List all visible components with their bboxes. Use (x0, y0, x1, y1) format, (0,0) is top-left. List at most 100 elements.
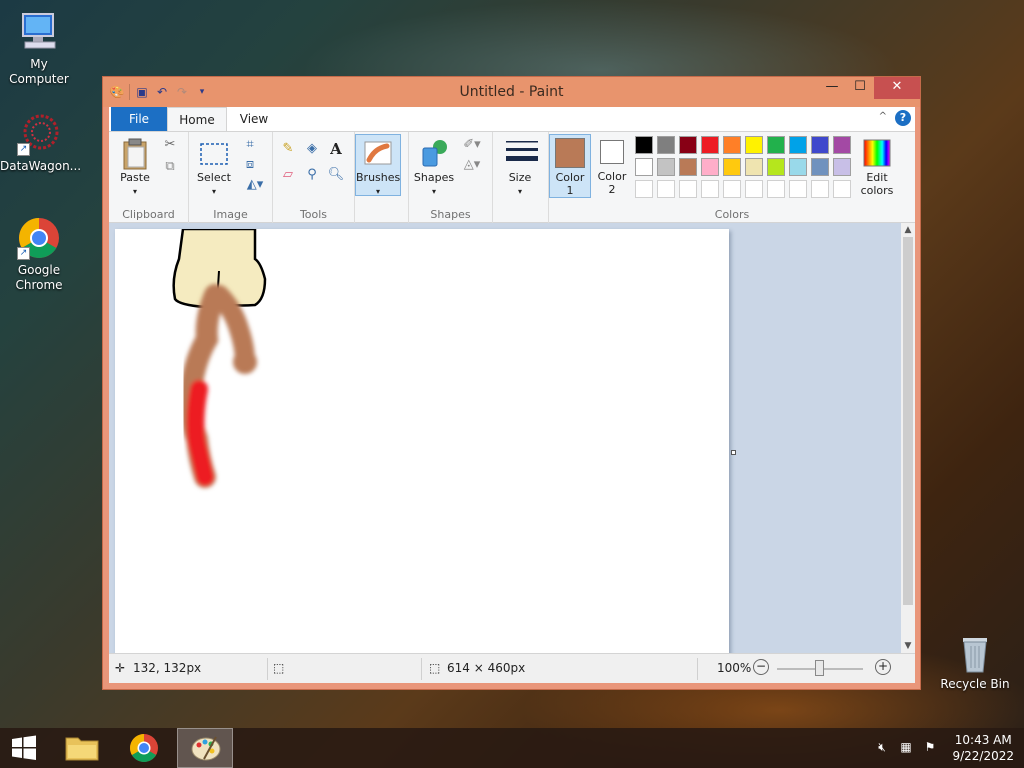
title-bar[interactable]: 🎨 ▣ ↶ ↷ ▾ Untitled - Paint — ☐ ✕ (103, 77, 920, 107)
shapes-button[interactable]: Shapes ▾ (413, 138, 455, 198)
start-button[interactable] (0, 728, 56, 768)
scrollbar-thumb[interactable] (903, 237, 913, 605)
palette-swatch[interactable] (679, 158, 697, 176)
color1-number: 1 (566, 184, 574, 197)
fill-icon[interactable]: ◬▾ (459, 156, 485, 174)
network-icon[interactable]: ▦ (898, 740, 914, 756)
brushes-button[interactable]: Brushes ▾ (355, 134, 401, 196)
zoom-slider-thumb[interactable] (815, 660, 824, 676)
palette-swatch[interactable] (679, 180, 697, 198)
palette-swatch[interactable] (811, 158, 829, 176)
clipboard-icon (120, 138, 150, 170)
desktop-icon-datawagon[interactable]: ↗ DataWagon... (0, 112, 81, 174)
magnifier-icon[interactable]: 🔍︎ (327, 166, 345, 184)
paste-button[interactable]: Paste ▾ (115, 138, 155, 198)
edit-colors-button[interactable]: Edit colors (855, 138, 899, 197)
taskbar-chrome[interactable] (116, 728, 172, 768)
color1-button[interactable]: Color 1 (549, 134, 591, 198)
vertical-scrollbar[interactable]: ▲ ▼ (901, 223, 915, 653)
desktop-icon-label: My Computer (9, 57, 69, 86)
palette-swatch[interactable] (811, 180, 829, 198)
action-center-icon[interactable]: ⚑ (922, 740, 938, 756)
crop-icon[interactable]: ⌗ (241, 136, 259, 154)
minimize-button[interactable]: — (818, 77, 846, 99)
palette-swatch[interactable] (745, 180, 763, 198)
palette-swatch[interactable] (789, 136, 807, 154)
palette-swatch[interactable] (767, 180, 785, 198)
color2-label: Color (597, 170, 627, 183)
palette-swatch[interactable] (723, 158, 741, 176)
zoom-level: 100% (717, 661, 752, 675)
palette-swatch[interactable] (701, 158, 719, 176)
recycle-bin-icon (953, 630, 997, 674)
palette-swatch[interactable] (657, 158, 675, 176)
fill-bucket-icon[interactable]: ◈ (303, 140, 321, 158)
palette-swatch[interactable] (833, 158, 851, 176)
palette-swatch[interactable] (833, 180, 851, 198)
palette-swatch[interactable] (701, 136, 719, 154)
taskbar-paint[interactable] (177, 728, 233, 768)
selection-size-icon: ⬚ (273, 661, 285, 675)
select-button[interactable]: Select ▾ (195, 138, 233, 198)
canvas-resize-handle-right[interactable] (731, 450, 736, 455)
scroll-up-icon[interactable]: ▲ (901, 223, 915, 237)
divider (421, 658, 422, 680)
palette-swatch[interactable] (635, 136, 653, 154)
copy-icon[interactable]: ⧉ (161, 158, 179, 176)
drawing-canvas[interactable] (115, 227, 729, 653)
palette-swatch[interactable] (811, 136, 829, 154)
palette-swatch[interactable] (767, 136, 785, 154)
chrome-icon (130, 734, 158, 762)
collapse-ribbon-icon[interactable]: ^ (879, 111, 887, 122)
help-button[interactable]: ? (895, 110, 911, 126)
brush-icon (363, 138, 393, 168)
size-button[interactable]: Size ▾ (499, 138, 541, 198)
palette-swatch[interactable] (789, 158, 807, 176)
zoom-in-icon[interactable]: + (875, 659, 891, 675)
dropdown-arrow-icon: ▾ (211, 187, 216, 196)
close-button[interactable]: ✕ (874, 77, 920, 99)
palette-swatch[interactable] (635, 180, 653, 198)
palette-swatch[interactable] (657, 180, 675, 198)
palette-swatch[interactable] (767, 158, 785, 176)
tab-file[interactable]: File (111, 107, 167, 131)
desktop-icon-google-chrome[interactable]: ↗ Google Chrome (0, 216, 78, 293)
taskbar: 🔇︎ ▦ ⚑ 10:43 AM 9/22/2022 (0, 728, 1024, 768)
tab-home[interactable]: Home (167, 107, 227, 131)
clock[interactable]: 10:43 AM 9/22/2022 (952, 732, 1014, 764)
pencil-icon[interactable]: ✎ (279, 140, 297, 158)
rotate-icon[interactable]: ◭▾ (241, 176, 269, 194)
computer-icon (17, 10, 61, 54)
divider (697, 658, 698, 680)
maximize-button[interactable]: ☐ (846, 77, 874, 99)
palette-swatch[interactable] (679, 136, 697, 154)
eraser-icon[interactable]: ▱ (279, 166, 297, 184)
cut-icon[interactable]: ✂ (161, 136, 179, 154)
paint-palette-icon (191, 736, 221, 761)
palette-swatch[interactable] (723, 180, 741, 198)
taskbar-file-explorer[interactable] (56, 728, 112, 768)
desktop-icon-label: Google Chrome (15, 263, 63, 292)
palette-swatch[interactable] (723, 136, 741, 154)
desktop-icon-recycle-bin[interactable]: Recycle Bin (936, 630, 1014, 692)
palette-swatch[interactable] (833, 136, 851, 154)
outline-icon[interactable]: ✐▾ (459, 136, 485, 154)
color-picker-icon[interactable]: ⚲ (303, 166, 321, 184)
palette-swatch[interactable] (745, 136, 763, 154)
color2-button[interactable]: Color 2 (595, 137, 629, 196)
palette-swatch[interactable] (635, 158, 653, 176)
palette-swatch[interactable] (789, 180, 807, 198)
palette-swatch[interactable] (657, 136, 675, 154)
scroll-down-icon[interactable]: ▼ (901, 639, 915, 653)
color2-swatch (600, 140, 624, 164)
zoom-out-icon[interactable]: − (753, 659, 769, 675)
cursor-position: 132, 132px (133, 661, 202, 675)
palette-swatch[interactable] (701, 180, 719, 198)
resize-icon[interactable]: ⧈ (241, 156, 259, 174)
tab-view[interactable]: View (229, 107, 279, 131)
desktop-icon-my-computer[interactable]: My Computer (0, 10, 78, 87)
palette-swatch[interactable] (745, 158, 763, 176)
text-tool-icon[interactable]: A (327, 140, 345, 158)
clipboard-group-label: Clipboard (122, 208, 175, 221)
volume-muted-icon[interactable]: 🔇︎ (874, 740, 890, 756)
